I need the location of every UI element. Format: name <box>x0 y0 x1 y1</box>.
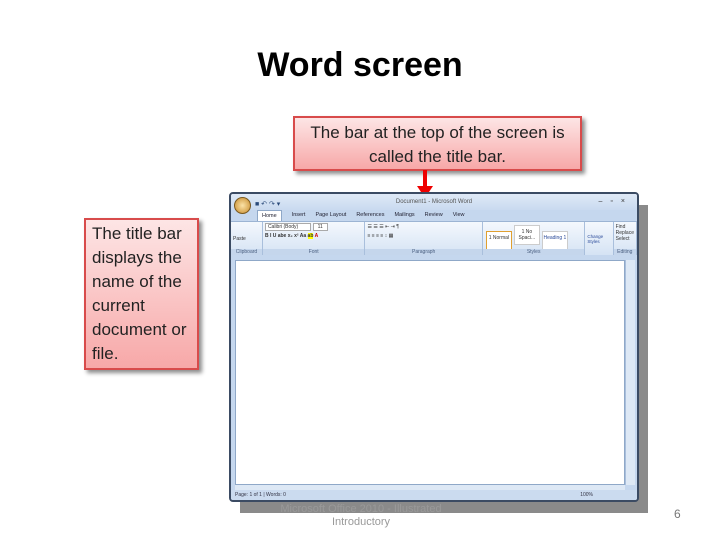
tab-review[interactable]: Review <box>425 210 443 221</box>
group-clipboard: Paste Clipboard <box>231 222 263 255</box>
window-title: Document1 - Microsoft Word <box>395 199 473 205</box>
font-size-select[interactable]: 11 <box>312 223 328 231</box>
tab-page-layout[interactable]: Page Layout <box>315 210 346 221</box>
status-bar: Page: 1 of 1 | Words: 0 100% <box>231 490 637 500</box>
title-bar-description-callout: The title bar displays the name of the c… <box>84 218 199 370</box>
group-font: Calibri (Body) 11 B I U abe x₂ x² Aa ab … <box>262 222 366 255</box>
document-area[interactable] <box>235 260 625 485</box>
style-normal[interactable]: 1 Normal <box>485 231 512 251</box>
title-bar: ■ ↶ ↷ ▾ Document1 - Microsoft Word –▫× <box>231 194 637 210</box>
change-styles-label: Change Styles <box>587 234 604 244</box>
style-heading-1[interactable]: Heading 1 <box>541 231 568 251</box>
word-count[interactable]: Words: 0 <box>266 492 286 498</box>
page-count[interactable]: Page: 1 of 1 <box>235 492 262 498</box>
word-window: ■ ↶ ↷ ▾ Document1 - Microsoft Word –▫× H… <box>229 192 639 502</box>
tab-mailings[interactable]: Mailings <box>394 210 414 221</box>
ribbon-tabs: Home Insert Page Layout References Maili… <box>231 210 637 221</box>
font-name-select[interactable]: Calibri (Body) <box>264 223 312 231</box>
style-no-spacing[interactable]: 1 No Spaci... <box>513 225 540 245</box>
group-label: Editing <box>613 249 636 255</box>
page-number: 6 <box>674 507 681 521</box>
ribbon: Paste Clipboard Calibri (Body) 11 B I U … <box>231 221 637 255</box>
group-paragraph: ☰ ☰ ☰ ⇤ ⇥ ¶ ≡ ≡ ≡ ≡ ↕ ▦ Paragraph <box>365 222 483 255</box>
group-label: Font <box>262 249 365 255</box>
vertical-scrollbar[interactable] <box>625 260 635 485</box>
paragraph-buttons[interactable]: ☰ ☰ ☰ ⇤ ⇥ ¶ <box>367 224 479 230</box>
tab-references[interactable]: References <box>356 210 384 221</box>
office-button[interactable] <box>234 197 251 214</box>
group-label: Paragraph <box>365 249 482 255</box>
title-bar-callout: The bar at the top of the screen is call… <box>293 116 582 171</box>
group-styles: 1 Normal1 No Spaci... Heading 1 Styles <box>482 222 586 255</box>
paste-button[interactable]: Paste <box>233 236 260 242</box>
window-controls[interactable]: –▫× <box>599 194 633 210</box>
slide-footer: Microsoft Office 2010 - Illustrated Intr… <box>280 503 442 528</box>
group-label: Styles <box>482 249 585 255</box>
format-buttons[interactable]: B I U abe x₂ x² Aa ab A <box>265 233 363 239</box>
group-label: Clipboard <box>231 249 262 255</box>
tab-insert[interactable]: Insert <box>292 210 306 221</box>
change-styles-button[interactable]: Change Styles <box>585 222 614 255</box>
group-editing: Find Replace Select Editing <box>613 222 637 255</box>
quick-access-toolbar[interactable]: ■ ↶ ↷ ▾ <box>255 197 280 213</box>
slide-title: Word screen <box>257 46 463 84</box>
align-buttons[interactable]: ≡ ≡ ≡ ≡ ↕ ▦ <box>367 233 479 239</box>
tab-view[interactable]: View <box>453 210 465 221</box>
select-button[interactable]: Select <box>616 236 634 242</box>
zoom-level[interactable]: 100% <box>580 490 593 500</box>
